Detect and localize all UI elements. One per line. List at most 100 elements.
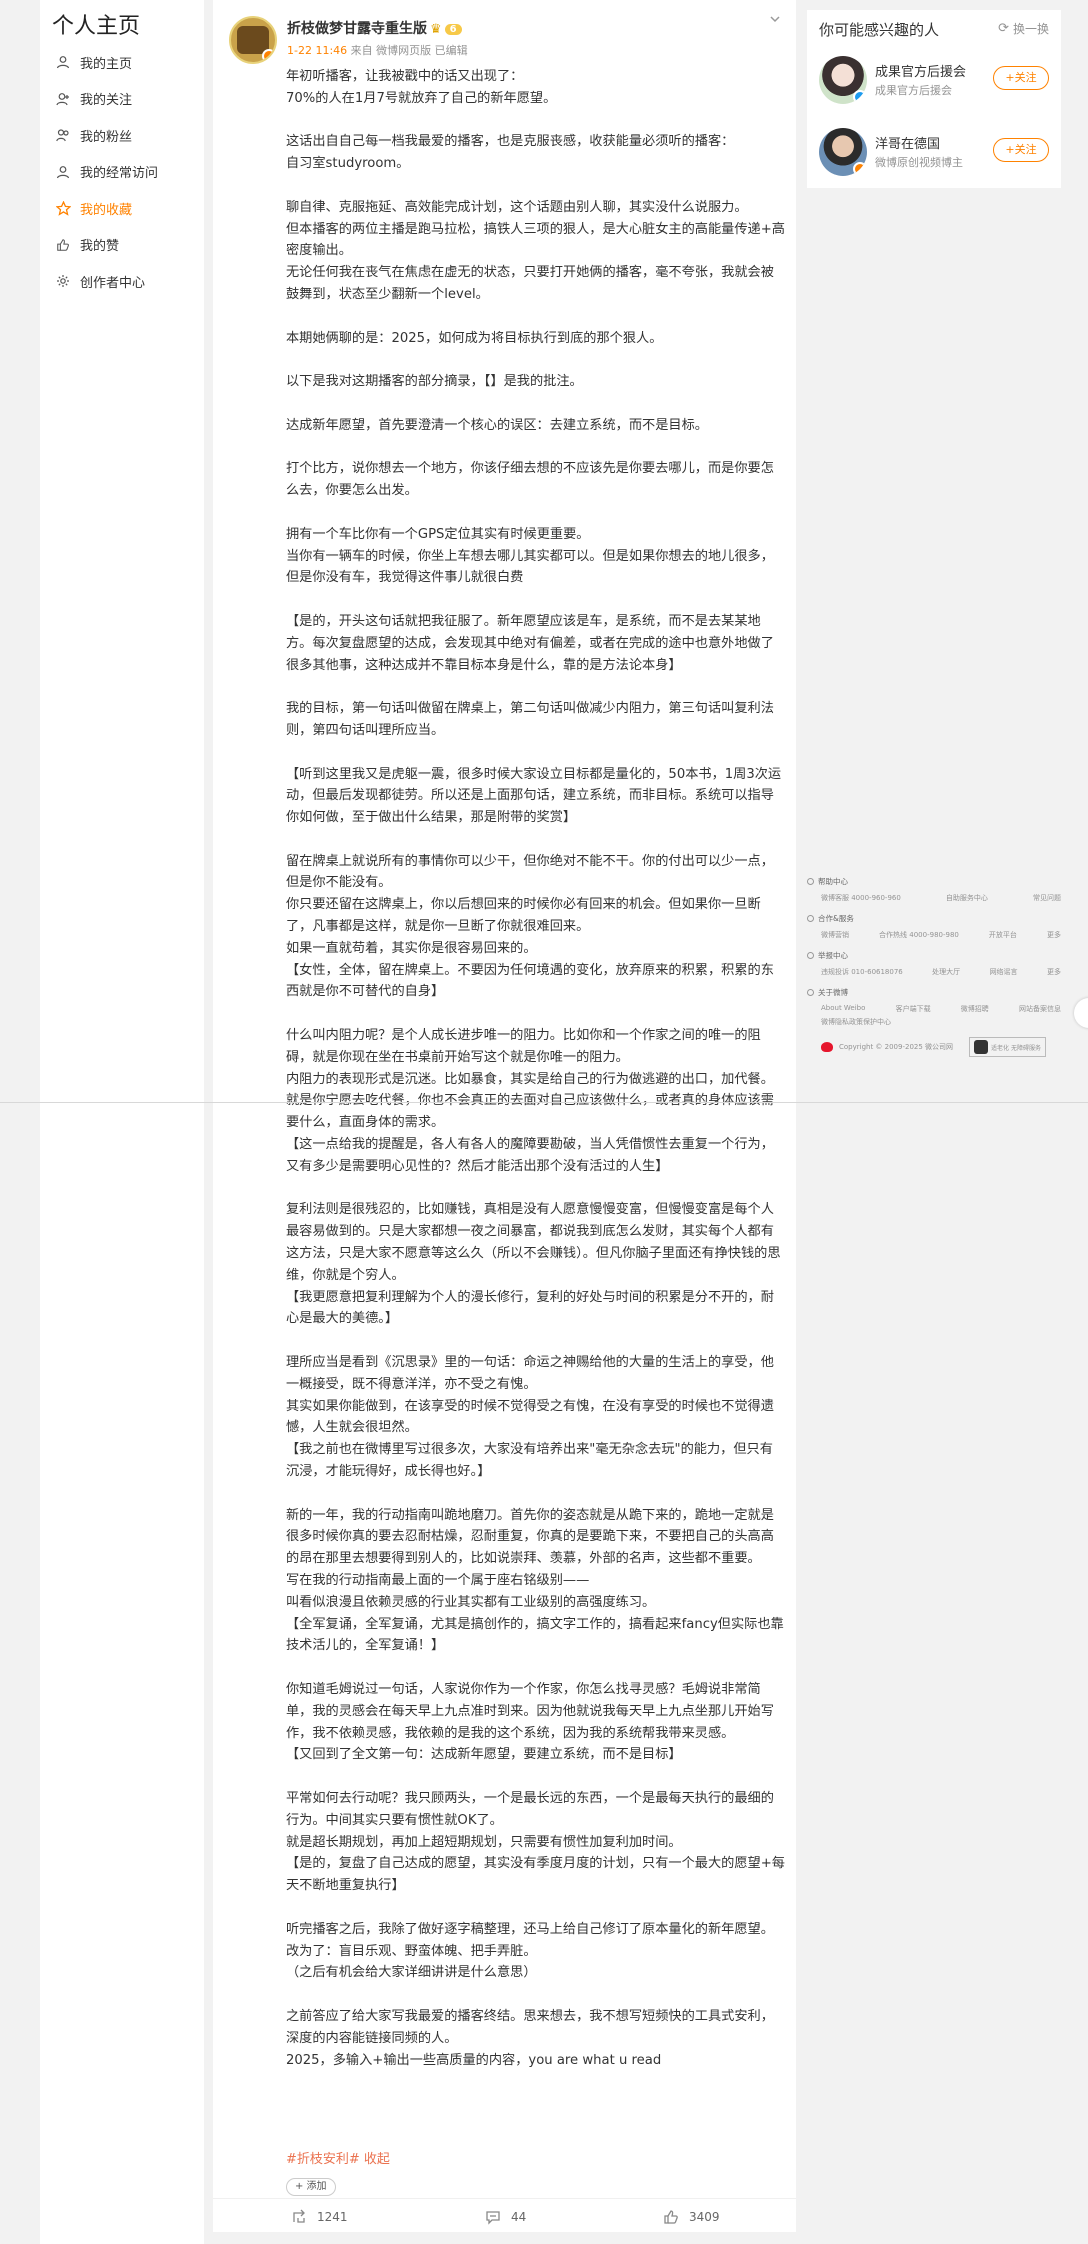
footer-section: 合作&服务微博营销 合作热线 4000-980-980 开放平台 更多 — [807, 913, 1061, 940]
author-name-row[interactable]: 折枝做梦甘露寺重生版 ♛ 6 — [287, 18, 462, 38]
footer-link[interactable]: 违规投诉 010-60618076 — [821, 967, 903, 977]
sidebar-item[interactable]: 我的主页 — [40, 44, 204, 81]
sidebar-item-label: 我的经常访问 — [80, 166, 159, 182]
footer-link-row: 违规投诉 010-60618076 处理大厅 网络谣言 更多 — [807, 967, 1061, 977]
post-paragraph: 听完播客之后，我除了做好逐字稿整理，还马上给自己修订了原本量化的新年愿望。 — [286, 1921, 774, 1937]
weibo-logo-icon — [821, 1042, 833, 1052]
comment-button[interactable]: 44 — [485, 2209, 526, 2225]
sidebar-item[interactable]: 我的赞 — [40, 227, 204, 264]
post-paragraph: 以下是我对这期播客的部分摘录，【】是我的批注。 — [286, 374, 583, 390]
post-paragraph: 【我之前也在微博里写过很多次，大家没有培养出来"毫无杂念去玩"的能力，但只有沉浸… — [286, 1442, 773, 1479]
post-paragraph: 什么叫内阻力呢？是个人成长进步唯一的阻力。比如你和一个作家之间的唯一的阻碍，就是… — [286, 1028, 761, 1065]
footer-link[interactable]: 微博营销 — [821, 930, 849, 940]
sidebar-item[interactable]: 我的经常访问 — [40, 154, 204, 191]
follow-icon — [54, 90, 72, 108]
author-name[interactable]: 折枝做梦甘露寺重生版 — [287, 21, 427, 37]
paragraph-spacer — [286, 175, 786, 197]
like-button[interactable]: 3409 — [663, 2209, 720, 2225]
post-paragraph: 叫看似浪漫且依赖灵感的行业其实都有工业级别的高强度练习。 — [286, 1594, 656, 1610]
post-paragraph: 达成新年愿望，首先要澄清一个核心的误区：去建立系统，而不是目标。 — [286, 417, 708, 433]
footer-link[interactable]: 合作热线 4000-980-980 — [879, 930, 959, 940]
post-paragraph: 复利法则是很残忍的，比如赚钱，真相是没有人愿意慢慢变富，但慢慢变富是每个人最容易… — [286, 1202, 781, 1283]
chevron-down-icon[interactable] — [768, 12, 782, 26]
add-tag-button[interactable]: + 添加 — [286, 2178, 336, 2196]
post-paragraph: （之后有机会给大家详细讲讲是什么意思） — [286, 1965, 537, 1981]
post-paragraph: 【是的，开头这句话就把我征服了。新年愿望应该是车，是系统，而不是去某某地方。每次… — [286, 613, 774, 673]
sidebar-item[interactable]: 创作者中心 — [40, 263, 204, 300]
copyright-row: Copyright © 2009-2025 微公司网 适老化 无障碍服务 — [807, 1037, 1061, 1057]
refresh-icon: ⟳ — [998, 21, 1009, 36]
post-paragraph: 写在我的行动指南最上面的一个属于座右铭级别—— — [286, 1572, 590, 1588]
post-paragraph: 改为了：盲目乐观、野蛮体魄、把手弄脏。 — [286, 1943, 537, 1959]
footer-link[interactable]: 微博客服 4000-960-960 — [821, 893, 901, 903]
paragraph-spacer — [286, 1984, 786, 2006]
footer-link[interactable]: 处理大厅 — [932, 967, 960, 977]
footer-link[interactable]: 微博隐私政策保护中心 — [821, 1017, 891, 1027]
footer-section-title: 关于微博 — [807, 987, 1061, 998]
footer-section-title: 举报中心 — [807, 950, 1061, 961]
gear-icon — [54, 272, 72, 290]
user-name[interactable]: 成果官方后援会 — [875, 61, 966, 80]
footer-link[interactable]: 更多 — [1047, 967, 1061, 977]
recommend-title: 你可能感兴趣的人 — [819, 21, 940, 39]
footer-section: 关于微博 About Weibo 客户端下载 微博招聘 网站备案信息微博隐私政策保护中心 — [807, 987, 1061, 1027]
footer-link[interactable]: 开放平台 — [989, 930, 1017, 940]
repost-button[interactable]: 1241 — [291, 2209, 348, 2225]
sidebar-title: 个人主页 — [52, 14, 141, 39]
section-icon — [807, 915, 814, 922]
swap-label: 换一换 — [1012, 22, 1049, 36]
elder-mode-button[interactable]: 适老化 无障碍服务 — [969, 1037, 1046, 1057]
post-paragraph: 理所应当是看到《沉思录》里的一句话：命运之神赐给他的大量的生活上的享受，他一概接… — [286, 1355, 774, 1392]
post-paragraph: 【听到这里我又是虎躯一震，很多时候大家设立目标都是量化的，50本书，1周3次运动… — [286, 766, 782, 826]
paragraph-spacer — [286, 1483, 786, 1505]
footer-link[interactable]: 自助服务中心 — [946, 893, 988, 903]
user-avatar[interactable] — [819, 56, 867, 104]
author-avatar[interactable] — [229, 16, 277, 64]
follow-button[interactable]: +关注 — [993, 66, 1049, 90]
paragraph-spacer — [286, 829, 786, 851]
footer-link-row: About Weibo 客户端下载 微博招聘 网站备案信息 — [807, 1004, 1061, 1014]
footer-link[interactable]: 微博招聘 — [961, 1004, 989, 1014]
like-icon — [54, 236, 72, 254]
left-sidebar: 个人主页 我的主页 我的关注我的粉丝我的经常访问我的收藏我的赞创作者中心 — [40, 0, 204, 2244]
post-meta: 1-22 11:46 来自 微博网页版 已编辑 — [287, 42, 468, 58]
recommend-user[interactable]: 洋哥在德国 微博原创视频博主 +关注 — [807, 118, 1061, 190]
post-tags[interactable]: #折枝安利# 收起 — [286, 2148, 390, 2167]
scroll-side-button[interactable] — [1074, 998, 1088, 1028]
paragraph-spacer — [286, 1897, 786, 1919]
follow-button[interactable]: +关注 — [993, 138, 1049, 162]
recommend-user[interactable]: 成果官方后援会 成果官方后援会 +关注 — [807, 46, 1061, 118]
sidebar-item[interactable]: 我的关注 — [40, 81, 204, 118]
post-paragraph: 当你有一辆车的时候，你坐上车想去哪儿其实都可以。但是如果你想去的地儿很多，但是你… — [286, 548, 774, 586]
user-name[interactable]: 洋哥在德国 — [875, 133, 940, 152]
post-actions: 1241 44 3409 — [213, 2198, 796, 2232]
footer-link[interactable]: 网站备案信息 — [1019, 1004, 1061, 1014]
fans-icon — [54, 126, 72, 144]
footer-link[interactable]: 常见问题 — [1033, 893, 1061, 903]
sidebar-item-label: 我的粉丝 — [80, 129, 133, 145]
post-paragraph: 年初听播客，让我被戳中的话又出现了： — [286, 69, 524, 84]
post-edited[interactable]: 已编辑 — [435, 44, 468, 57]
sidebar-item[interactable]: 我的粉丝 — [40, 117, 204, 154]
post-paragraph: 平常如何去行动呢？我只顾两头，一个是最长远的东西，一个是最每天执行的最细的行为。… — [286, 1790, 774, 1828]
post-paragraph: 【又回到了全文第一句：达成新年愿望，要建立系统，而不是目标】 — [286, 1747, 682, 1763]
sidebar-item[interactable]: 我的收藏 — [40, 190, 204, 227]
verified-badge-icon — [853, 90, 867, 104]
user-desc: 成果官方后援会 — [875, 84, 952, 97]
post-paragraph: 聊自律、克服拖延、高效能完成计划，这个话题由别人聊，其实没什么说服力。 — [286, 199, 748, 215]
footer-link[interactable]: 更多 — [1047, 930, 1061, 940]
swap-button[interactable]: ⟳ 换一换 — [998, 20, 1049, 37]
footer-link[interactable]: About Weibo — [821, 1004, 865, 1014]
footer-link[interactable]: 客户端下载 — [896, 1004, 931, 1014]
post-paragraph: 【是的，复盘了自己达成的愿望，其实没有季度月度的计划，只有一个最大的愿望+每天不… — [286, 1856, 785, 1894]
star-icon — [54, 199, 72, 217]
user-avatar[interactable] — [819, 128, 867, 176]
paragraph-spacer — [286, 1657, 786, 1679]
post-paragraph: 其实如果你能做到，在该享受的时候不觉得受之有愧，在没有享受的时候也不觉得遗憾，人… — [286, 1398, 774, 1436]
post-date[interactable]: 1-22 11:46 — [287, 44, 347, 57]
paragraph-spacer — [286, 1003, 786, 1025]
section-icon — [807, 952, 814, 959]
footer-section-title: 合作&服务 — [807, 913, 1061, 924]
footer-link[interactable]: 网络谣言 — [990, 967, 1018, 977]
sidebar-item-label: 我的赞 — [80, 239, 120, 255]
